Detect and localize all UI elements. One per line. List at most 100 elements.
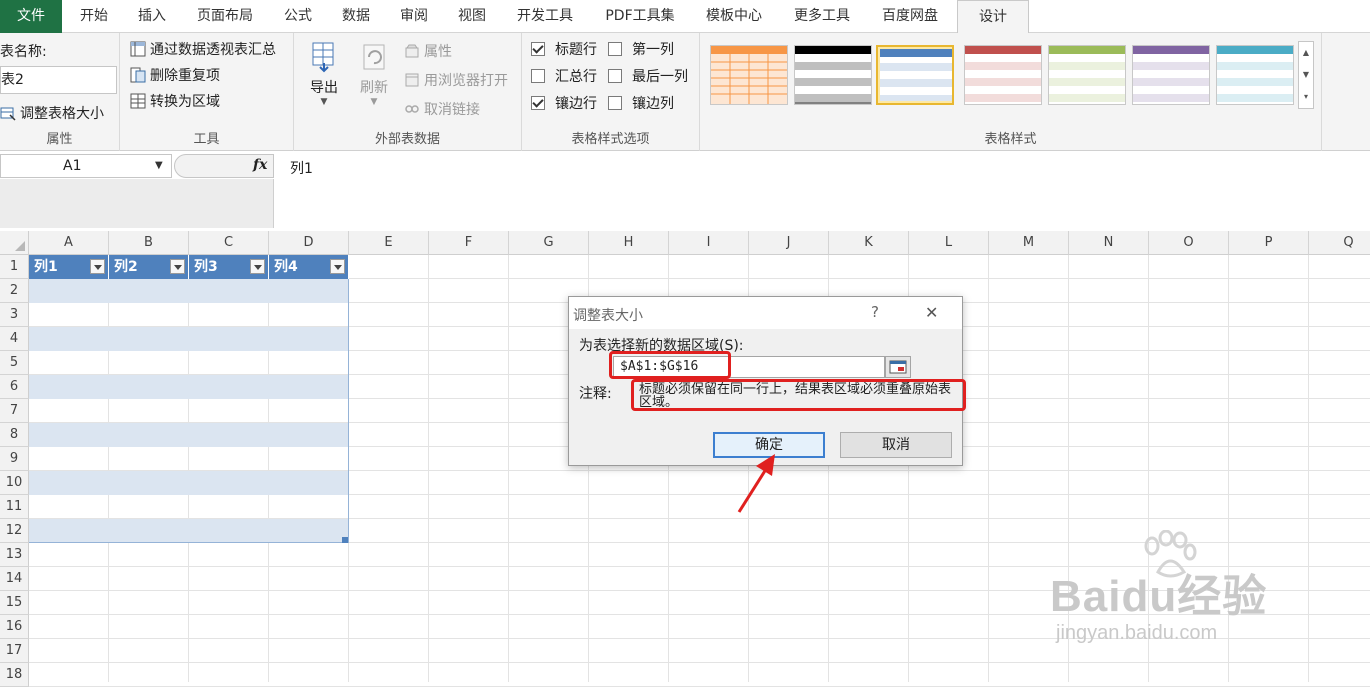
tab-formulas[interactable]: 公式 (272, 0, 324, 33)
filter-dropdown-icon[interactable] (90, 259, 105, 274)
total-row-checkbox[interactable]: 汇总行 (531, 66, 597, 86)
tab-home[interactable]: 开始 (68, 0, 120, 33)
tab-file[interactable]: 文件 (0, 0, 62, 33)
row-header-17[interactable]: 17 (0, 639, 29, 663)
first-column-checkbox[interactable]: 第一列 (608, 39, 674, 59)
gallery-up-icon[interactable]: ▲ (1299, 42, 1313, 64)
column-header-p[interactable]: P (1229, 231, 1309, 255)
close-icon[interactable]: ✕ (925, 303, 938, 322)
last-column-checkbox[interactable]: 最后一列 (608, 66, 688, 86)
tab-view[interactable]: 视图 (446, 0, 498, 33)
banded-rows-checkbox[interactable]: 镶边行 (531, 93, 597, 113)
filter-dropdown-icon[interactable] (170, 259, 185, 274)
formula-input[interactable]: 列1 (290, 158, 313, 178)
pivot-summary-button[interactable]: 通过数据透视表汇总 (130, 39, 276, 59)
select-all-corner[interactable] (0, 231, 29, 255)
table-header-cell[interactable]: 列1 (29, 255, 109, 279)
tab-pdf-tools[interactable]: PDF工具集 (594, 0, 686, 33)
tab-design[interactable]: 设计 (957, 0, 1029, 34)
table-header-cell[interactable]: 列3 (189, 255, 269, 279)
name-box[interactable]: A1 (0, 154, 172, 178)
cancel-button[interactable]: 取消 (840, 432, 952, 458)
row-header-13[interactable]: 13 (0, 543, 29, 567)
row-header-5[interactable]: 5 (0, 351, 29, 375)
row-header-1[interactable]: 1 (0, 255, 29, 279)
column-header-c[interactable]: C (189, 231, 269, 255)
table-header-text: 列2 (114, 259, 138, 275)
tab-developer[interactable]: 开发工具 (504, 0, 586, 33)
collapse-dialog-button[interactable] (885, 356, 911, 378)
formula-controls: fx (174, 154, 274, 178)
table-style-black[interactable] (794, 45, 872, 105)
column-header-a[interactable]: A (29, 231, 109, 255)
column-header-i[interactable]: I (669, 231, 749, 255)
tab-more-tools[interactable]: 更多工具 (782, 0, 862, 33)
tab-data[interactable]: 数据 (330, 0, 382, 33)
row-header-15[interactable]: 15 (0, 591, 29, 615)
column-header-h[interactable]: H (589, 231, 669, 255)
table-style-purple[interactable] (1132, 45, 1210, 105)
properties-button[interactable]: 属性 (404, 41, 452, 61)
column-header-k[interactable]: K (829, 231, 909, 255)
tools-group-label: 工具 (193, 132, 220, 147)
filter-dropdown-icon[interactable] (250, 259, 265, 274)
table-resize-handle[interactable] (342, 537, 348, 543)
column-header-f[interactable]: F (429, 231, 509, 255)
column-header-b[interactable]: B (109, 231, 189, 255)
tab-insert[interactable]: 插入 (126, 0, 178, 33)
remove-duplicates-button[interactable]: 删除重复项 (130, 65, 220, 85)
column-header-n[interactable]: N (1069, 231, 1149, 255)
row-header-14[interactable]: 14 (0, 567, 29, 591)
column-header-o[interactable]: O (1149, 231, 1229, 255)
banded-columns-checkbox[interactable]: 镶边列 (608, 93, 674, 113)
row-header-2[interactable]: 2 (0, 279, 29, 303)
column-header-e[interactable]: E (349, 231, 429, 255)
refresh-button[interactable]: 刷新 ▼ (352, 41, 396, 107)
column-header-j[interactable]: J (749, 231, 829, 255)
column-header-l[interactable]: L (909, 231, 989, 255)
column-header-g[interactable]: G (509, 231, 589, 255)
table-style-aqua[interactable] (1216, 45, 1294, 105)
header-row-checkbox[interactable]: 标题行 (531, 39, 597, 59)
row-header-16[interactable]: 16 (0, 615, 29, 639)
gallery-scroll-controls[interactable]: ▲ ▼ ▾ (1298, 41, 1314, 109)
refresh-icon (363, 44, 385, 70)
properties-group: 表名称: 表2 调整表格大小 属性 (0, 33, 120, 151)
table-style-red[interactable] (964, 45, 1042, 105)
row-header-11[interactable]: 11 (0, 495, 29, 519)
row-header-12[interactable]: 12 (0, 519, 29, 543)
row-header-4[interactable]: 4 (0, 327, 29, 351)
export-button[interactable]: 导出 ▼ (302, 41, 346, 107)
column-header-d[interactable]: D (269, 231, 349, 255)
column-header-q[interactable]: Q (1309, 231, 1370, 255)
row-header-18[interactable]: 18 (0, 663, 29, 687)
insert-function-icon[interactable]: fx (253, 157, 267, 173)
row-header-3[interactable]: 3 (0, 303, 29, 327)
row-header-9[interactable]: 9 (0, 447, 29, 471)
table-style-orange[interactable] (710, 45, 788, 105)
convert-to-range-button[interactable]: 转换为区域 (130, 91, 220, 111)
gallery-more-icon[interactable]: ▾ (1299, 86, 1313, 108)
table-style-blue-selected[interactable] (876, 45, 954, 105)
table-header-cell[interactable]: 列2 (109, 255, 189, 279)
row-header-10[interactable]: 10 (0, 471, 29, 495)
export-label: 导出 (310, 80, 338, 96)
table-header-cell[interactable]: 列4 (269, 255, 349, 279)
row-header-6[interactable]: 6 (0, 375, 29, 399)
tab-review[interactable]: 审阅 (388, 0, 440, 33)
gallery-down-icon[interactable]: ▼ (1299, 64, 1313, 86)
row-header-7[interactable]: 7 (0, 399, 29, 423)
resize-table-button[interactable]: 调整表格大小 (0, 103, 104, 123)
help-icon[interactable]: ? (871, 303, 879, 321)
name-box-dropdown-icon[interactable]: ▼ (155, 160, 163, 171)
table-name-input[interactable]: 表2 (0, 66, 117, 94)
row-header-8[interactable]: 8 (0, 423, 29, 447)
table-style-green[interactable] (1048, 45, 1126, 105)
tab-page-layout[interactable]: 页面布局 (184, 0, 266, 33)
tab-template-center[interactable]: 模板中心 (694, 0, 774, 33)
open-in-browser-button[interactable]: 用浏览器打开 (404, 70, 508, 90)
tab-baidu-netdisk[interactable]: 百度网盘 (870, 0, 950, 33)
column-header-m[interactable]: M (989, 231, 1069, 255)
filter-dropdown-icon[interactable] (330, 259, 345, 274)
unlink-button[interactable]: 取消链接 (404, 99, 480, 119)
